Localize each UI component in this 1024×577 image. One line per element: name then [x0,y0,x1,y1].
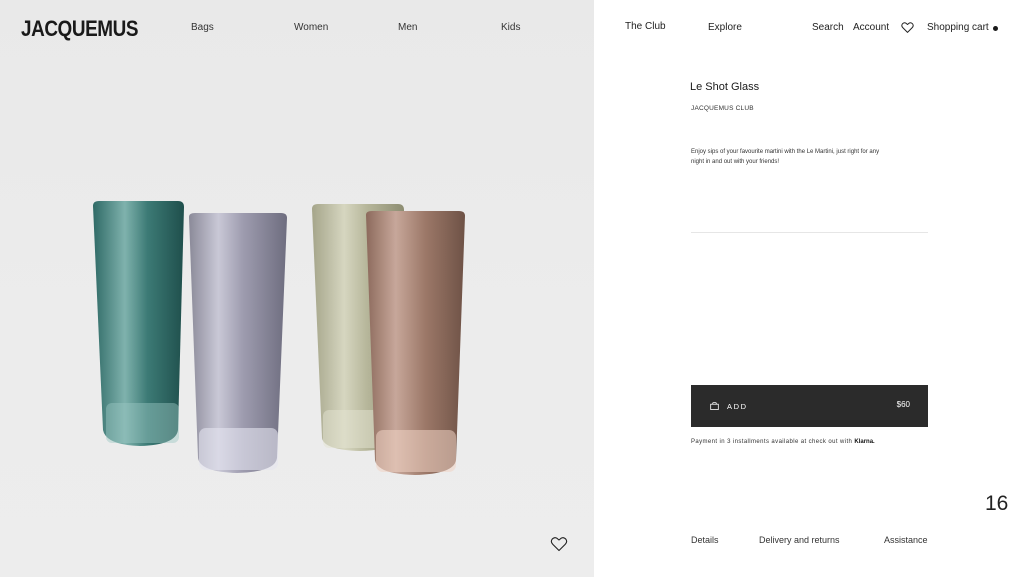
slide-counter: 16 [985,492,1009,515]
klarna-logo[interactable]: Klarna. [854,439,874,445]
tab-assistance[interactable]: Assistance [884,535,928,545]
tab-details[interactable]: Details [691,535,719,545]
payment-note-text: Payment in 3 installments available at c… [691,439,853,445]
nav-explore[interactable]: Explore [708,22,742,33]
product-title: Le Shot Glass [690,81,760,93]
wishlist-heart-icon[interactable] [901,21,914,34]
product-brand: JACQUEMUS CLUB [691,105,754,112]
nav-bags[interactable]: Bags [191,22,214,33]
nav-men[interactable]: Men [398,22,417,33]
heart-icon[interactable] [550,536,568,552]
cart-indicator-dot [993,26,998,31]
product-image [93,201,465,475]
account-link[interactable]: Account [853,22,889,33]
add-label: ADD [727,402,748,411]
product-price: $60 [896,400,910,409]
tab-delivery-returns[interactable]: Delivery and returns [759,535,840,545]
shopping-cart-link[interactable]: Shopping cart [927,22,989,33]
nav-the-club[interactable]: The Club [625,21,666,32]
brand-logo[interactable]: JACQUEMUS [21,16,138,42]
product-description: Enjoy sips of your favourite martini wit… [691,149,880,165]
product-image-panel[interactable] [0,0,594,577]
add-to-cart-button[interactable]: ADD $60 [691,385,928,427]
bag-icon [710,402,719,410]
payment-installments-note: Payment in 3 installments available at c… [691,439,875,445]
nav-kids[interactable]: Kids [501,22,520,33]
nav-women[interactable]: Women [294,22,328,33]
divider [691,232,928,233]
search-link[interactable]: Search [812,22,844,33]
